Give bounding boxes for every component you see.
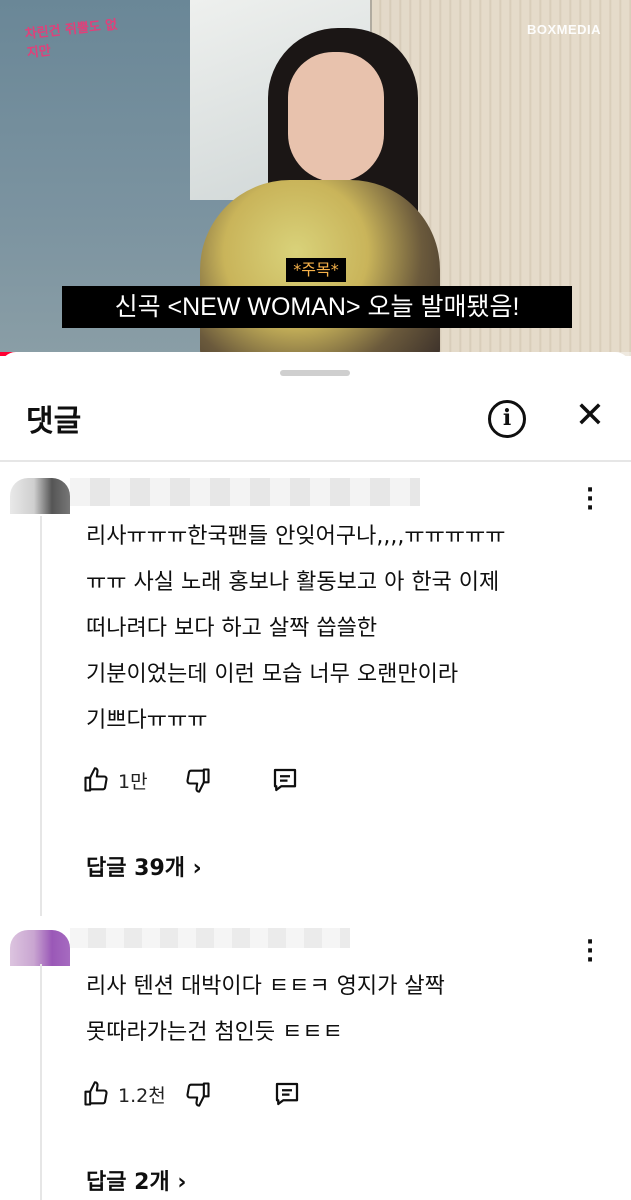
brand-watermark: BOXMEDIA [526, 22, 601, 37]
drag-handle[interactable] [280, 370, 350, 376]
comment-text: 리사ㅠㅠㅠ한국팬들 안잊어구나,,,,ㅠㅠㅠㅠㅠ ㅠㅠ 사실 노래 홍보나 활동… [86, 524, 506, 733]
like-count: 1만 [118, 770, 148, 793]
replies-link[interactable]: 답글 39개 › [86, 850, 202, 882]
comment-reply-icon [275, 1082, 299, 1106]
video-player[interactable]: 차린건 쥐뿔도 없지만 BOXMEDIA *주목* 신곡 <NEW WOMAN>… [0, 0, 631, 356]
close-icon[interactable]: ✕ [570, 396, 610, 436]
comments-title: 댓글 [26, 404, 82, 439]
comment-reply-icon [273, 768, 297, 792]
dislike-button[interactable] [184, 760, 212, 800]
header-divider [0, 460, 631, 462]
avatar[interactable] [10, 930, 70, 966]
like-count: 1.2천 [118, 1084, 166, 1107]
more-options-icon[interactable]: · · · [580, 480, 600, 520]
replies-link[interactable]: 답글 2개 › [86, 1164, 186, 1196]
comment-actions: 1만 [82, 760, 382, 800]
info-icon[interactable]: i [488, 400, 526, 438]
video-person-face [288, 52, 384, 182]
subtitle-tag: *주목* [286, 258, 346, 282]
comment-text: 리사 텐션 대박이다 ㅌㅌㅋ 영지가 살짝 못따라가는건 첨인듯 ㅌㅌㅌ [86, 974, 445, 1045]
comment-actions: 1.2천 [82, 1074, 382, 1114]
author-name-blurred [70, 928, 350, 948]
thread-line [40, 964, 42, 1200]
more-options-icon[interactable]: · · · [580, 932, 600, 972]
thumbs-up-icon [84, 767, 108, 792]
like-button[interactable]: 1.2천 [82, 1074, 166, 1114]
thread-line [40, 516, 42, 916]
reply-button[interactable] [270, 760, 300, 800]
avatar[interactable] [10, 478, 70, 514]
author-name-blurred [70, 478, 420, 506]
video-subtitle: 신곡 <NEW WOMAN> 오늘 발매됐음! [62, 286, 572, 328]
like-button[interactable]: 1만 [82, 760, 148, 800]
thumbs-down-icon [186, 768, 210, 793]
dislike-button[interactable] [184, 1074, 212, 1114]
reply-button[interactable] [272, 1074, 302, 1114]
thumbs-down-icon [186, 1082, 210, 1107]
thumbs-up-icon [84, 1081, 108, 1106]
